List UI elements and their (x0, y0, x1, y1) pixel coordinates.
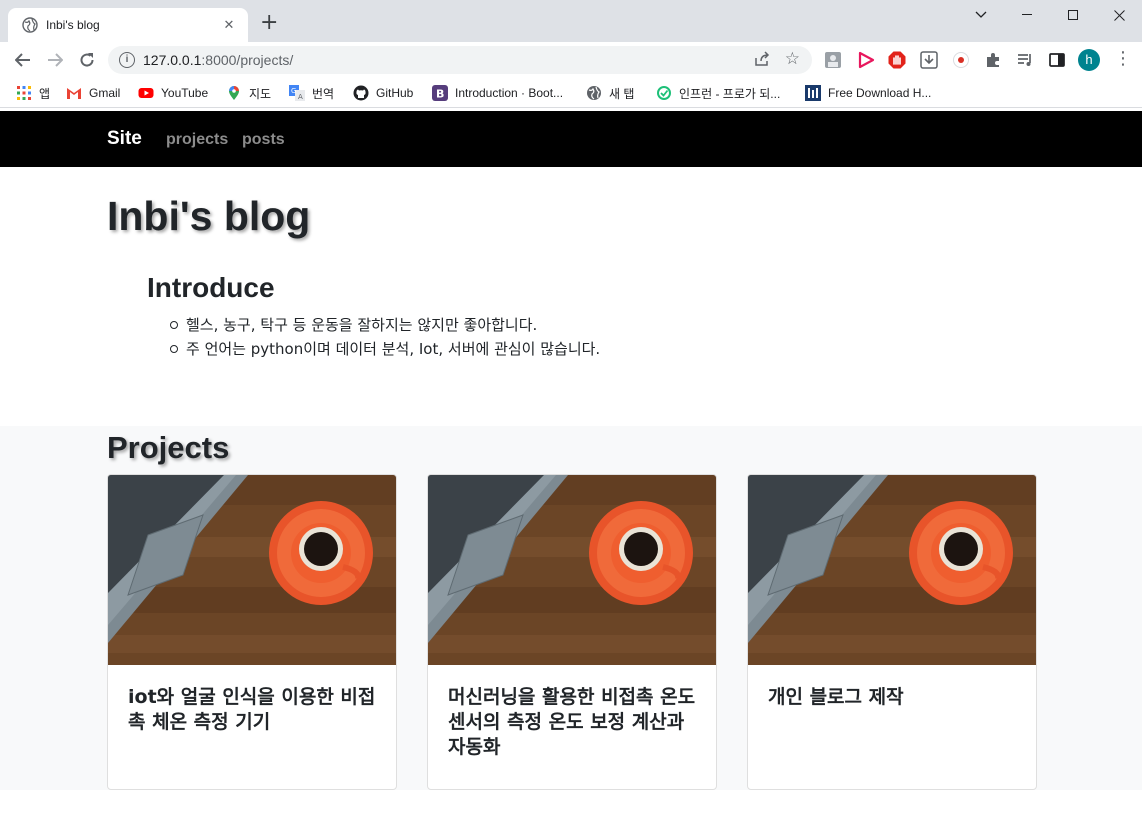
nav-link-projects[interactable]: projects (166, 131, 228, 149)
media-queue-icon[interactable] (1016, 51, 1034, 69)
minimize-button[interactable] (1004, 0, 1050, 30)
project-card[interactable]: iot와 얼굴 인식을 이용한 비접촉 체온 측정 기기 (107, 474, 397, 790)
play-extension-icon[interactable] (857, 51, 875, 69)
svg-text:A: A (298, 93, 303, 101)
list-item: 주 언어는 python이며 데이터 분석, Iot, 서버에 관심이 많습니다… (169, 337, 600, 361)
card-title[interactable]: 개인 블로그 제작 (768, 685, 1020, 710)
extensions-puzzle-icon[interactable] (984, 51, 1002, 69)
bookmark-apps[interactable]: 앱 (16, 83, 50, 103)
project-thumbnail (108, 475, 396, 665)
record-extension-icon[interactable] (952, 51, 970, 69)
maps-pin-icon (229, 86, 239, 100)
url-text: 127.0.0.1:8000/projects/ (143, 52, 294, 68)
tab-title: Inbi's blog (46, 18, 100, 32)
site-info-icon[interactable]: i (119, 52, 135, 68)
project-card[interactable]: 개인 블로그 제작 (747, 474, 1037, 790)
address-bar[interactable]: i 127.0.0.1:8000/projects/ ☆ (108, 46, 812, 74)
project-card[interactable]: 머신러닝을 활용한 비접촉 온도센서의 측정 온도 보정 계산과 자동화 (427, 474, 717, 790)
share-icon[interactable] (754, 51, 770, 71)
github-icon (353, 85, 369, 101)
card-title[interactable]: iot와 얼굴 인식을 이용한 비접촉 체온 측정 기기 (128, 685, 380, 735)
globe-icon (587, 86, 601, 100)
browser-tabstrip: Inbi's blog ✕ + (0, 0, 1142, 42)
back-icon[interactable] (13, 50, 33, 70)
intro-heading: Introduce (147, 272, 275, 303)
bookmark-bootstrap[interactable]: B Introduction · Boot... (432, 83, 563, 103)
bookmarks-bar: 앱 Gmail YouTube 지도 GA 번역 GitHub B Introd (0, 78, 1142, 108)
side-panel-icon[interactable] (1048, 51, 1066, 69)
youtube-icon (138, 88, 154, 98)
bookmark-youtube[interactable]: YouTube (138, 83, 208, 103)
reload-icon[interactable] (77, 50, 97, 70)
tab-search-icon[interactable] (958, 0, 1004, 30)
site-navbar: Site projects posts (0, 111, 1142, 167)
bookmark-github[interactable]: GitHub (353, 83, 413, 103)
extension-image-icon[interactable] (824, 51, 842, 69)
browser-toolbar: i 127.0.0.1:8000/projects/ ☆ h ⋮ (0, 42, 1142, 78)
list-item: 헬스, 농구, 탁구 등 운동을 잘하지는 않지만 좋아합니다. (169, 313, 600, 337)
bookmark-maps[interactable]: 지도 (226, 83, 271, 103)
bookmark-translate[interactable]: GA 번역 (289, 83, 334, 103)
new-tab-button[interactable]: + (260, 12, 278, 34)
bootstrap-icon: B (432, 85, 448, 101)
apps-grid-icon (17, 86, 31, 100)
projects-heading: Projects (107, 430, 230, 465)
browser-tab[interactable]: Inbi's blog ✕ (8, 8, 248, 42)
globe-icon (22, 17, 38, 33)
translate-icon: GA (289, 85, 305, 101)
maximize-button[interactable] (1050, 0, 1096, 30)
inflearn-icon (657, 86, 671, 100)
projects-section: Projects iot와 얼굴 인식을 이용한 비접촉 체온 측정 기기 머신… (0, 426, 1142, 790)
bookmark-gmail[interactable]: Gmail (66, 83, 120, 103)
bookmark-inflearn[interactable]: 인프런 - 프로가 되... (656, 83, 780, 103)
svg-text:B: B (436, 88, 444, 101)
svg-text:G: G (291, 87, 296, 95)
adblock-icon[interactable] (888, 51, 906, 69)
nav-link-posts[interactable]: posts (242, 131, 285, 149)
close-window-button[interactable] (1096, 0, 1142, 30)
profile-avatar[interactable]: h (1078, 49, 1100, 71)
page-title: Inbi's blog (107, 193, 311, 239)
card-title[interactable]: 머신러닝을 활용한 비접촉 온도센서의 측정 온도 보정 계산과 자동화 (448, 685, 700, 760)
download-site-icon (805, 85, 821, 101)
browser-menu-icon[interactable]: ⋮ (1114, 48, 1132, 69)
bookmark-free-download[interactable]: Free Download H... (805, 83, 931, 103)
bookmark-new-tab[interactable]: 새 탭 (586, 83, 634, 103)
project-thumbnail (428, 475, 716, 665)
project-thumbnail (748, 475, 1036, 665)
gmail-icon (67, 88, 81, 99)
forward-icon[interactable] (45, 50, 65, 70)
close-tab-icon[interactable]: ✕ (220, 18, 238, 33)
bookmark-star-icon[interactable]: ☆ (785, 49, 800, 69)
intro-list: 헬스, 농구, 탁구 등 운동을 잘하지는 않지만 좋아합니다. 주 언어는 p… (169, 313, 600, 361)
download-extension-icon[interactable] (920, 51, 938, 69)
site-brand[interactable]: Site (107, 128, 142, 150)
